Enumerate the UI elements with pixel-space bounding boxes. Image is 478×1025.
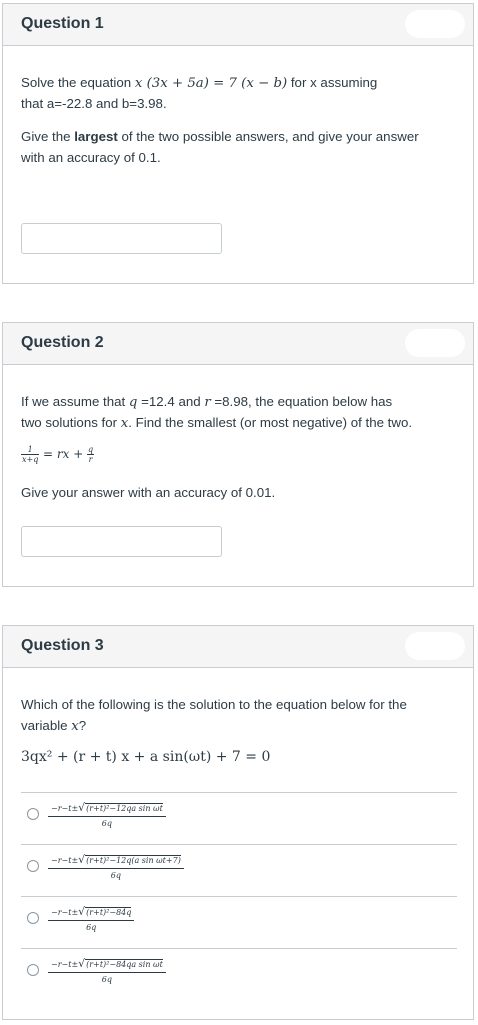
- option-4-den: 6q: [101, 975, 112, 984]
- question-1-line-1: Solve the equation x (3x + 5a) = 7 (x − …: [21, 72, 377, 94]
- radio-button[interactable]: [27, 808, 39, 820]
- points-pill: [405, 329, 465, 357]
- frac1-den: x+q: [21, 453, 40, 464]
- question-2-equation: 1 x+q = rx + qr: [21, 443, 95, 465]
- q1-line3-pre: Give the: [21, 129, 75, 144]
- option-2-radicand: (r+t)²−12q(a sin ωt+7): [85, 855, 181, 865]
- question-3-title: Question 3: [21, 637, 104, 654]
- option-1-formula: −r−t±√(r+t)²−12qa sin ωt 6q: [48, 802, 166, 831]
- points-pill: [405, 10, 465, 38]
- q3-var-x: x: [71, 719, 79, 734]
- q3-line2-b: ?: [78, 718, 87, 733]
- q1-line3-post: of the two possible answers, and give yo…: [117, 129, 419, 144]
- option-1-radicand: (r+t)²−12qa sin ωt: [85, 803, 163, 813]
- eq-fraction-1: 1 x+q: [21, 444, 40, 464]
- eq-middle: = rx +: [43, 447, 84, 461]
- question-2-header: Question 2: [3, 323, 473, 365]
- question-3-line-1: Which of the following is the solution t…: [21, 697, 407, 712]
- question-3-header: Question 3: [3, 626, 473, 668]
- radio-button[interactable]: [27, 964, 39, 976]
- answer-option-3[interactable]: −r−t±√(r+t)²−84q 6q: [21, 896, 457, 949]
- q2-text-c: =8.98, the equation below has: [210, 394, 393, 409]
- question-2-line-2: two solutions for x. Find the smallest (…: [21, 412, 412, 434]
- option-1-den: 6q: [101, 819, 112, 828]
- question-2-line-3: Give your answer with an accuracy of 0.0…: [21, 485, 276, 500]
- answer-input-1[interactable]: [21, 223, 222, 254]
- question-3-equation: 3qx² + (r + t) x + a sin(ωt) + 7 = 0: [21, 749, 271, 765]
- points-pill: [405, 632, 465, 660]
- q2-text-b: =12.4 and: [137, 394, 205, 409]
- option-4-radicand: (r+t)²−84qa sin ωt: [85, 959, 163, 969]
- eq-fraction-2: qr: [87, 444, 95, 464]
- option-2-den: 6q: [110, 871, 122, 880]
- q1-equation: x (3x + 5a) = 7 (x − b): [134, 76, 288, 91]
- q1-text-post: for x assuming: [287, 75, 378, 90]
- q1-line3-bold: largest: [74, 129, 118, 144]
- option-3-pre: −r−t±: [51, 908, 79, 917]
- answer-input-2[interactable]: [21, 526, 222, 557]
- sqrt-icon: √: [78, 801, 86, 814]
- answer-option-2[interactable]: −r−t±√(r+t)²−12q(a sin ωt+7) 6q: [21, 844, 457, 897]
- answer-option-1[interactable]: −r−t±√(r+t)²−12qa sin ωt 6q: [21, 792, 457, 845]
- question-2-card: Question 2 If we assume that q =12.4 and…: [2, 322, 474, 587]
- option-1-pre: −r−t±: [51, 804, 79, 813]
- question-1-line-4: with an accuracy of 0.1.: [21, 150, 161, 165]
- question-3-line-2: variable x?: [21, 715, 86, 737]
- sqrt-icon: √: [78, 957, 86, 970]
- option-4-formula: −r−t±√(r+t)²−84qa sin ωt 6q: [48, 958, 166, 987]
- option-2-pre: −r−t±: [51, 856, 79, 865]
- sqrt-icon: √: [78, 905, 86, 918]
- q2-text-a: If we assume that: [21, 394, 129, 409]
- question-1-line-3: Give the largest of the two possible ans…: [21, 126, 419, 147]
- option-4-pre: −r−t±: [51, 960, 79, 969]
- radio-button[interactable]: [27, 912, 39, 924]
- option-2-formula: −r−t±√(r+t)²−12q(a sin ωt+7) 6q: [48, 854, 184, 883]
- option-3-formula: −r−t±√(r+t)²−84q 6q: [48, 905, 135, 935]
- question-1-line-2: that a=-22.8 and b=3.98.: [21, 96, 167, 111]
- q1-text: Solve the equation: [21, 75, 135, 90]
- frac2-num: q: [88, 444, 94, 454]
- q2-line2-a: two solutions for: [21, 415, 121, 430]
- q3-line2-a: variable: [21, 718, 72, 733]
- question-3-card: Question 3 Which of the following is the…: [2, 625, 474, 1020]
- option-3-den: 6q: [86, 923, 97, 932]
- q2-line2-b: . Find the smallest (or most negative) o…: [128, 415, 413, 430]
- question-1-header: Question 1: [3, 4, 473, 46]
- frac1-num: 1: [27, 444, 33, 454]
- radio-button[interactable]: [27, 860, 39, 872]
- option-3-radicand: (r+t)²−84q: [85, 907, 132, 917]
- question-2-title: Question 2: [21, 334, 104, 351]
- frac2-den: r: [87, 453, 95, 464]
- question-1-title: Question 1: [21, 15, 104, 32]
- sqrt-icon: √: [78, 853, 86, 866]
- question-1-card: Question 1 Solve the equation x (3x + 5a…: [2, 3, 474, 284]
- answer-option-4[interactable]: −r−t±√(r+t)²−84qa sin ωt 6q: [21, 948, 457, 1001]
- question-2-line-1: If we assume that q =12.4 and r =8.98, t…: [21, 391, 392, 413]
